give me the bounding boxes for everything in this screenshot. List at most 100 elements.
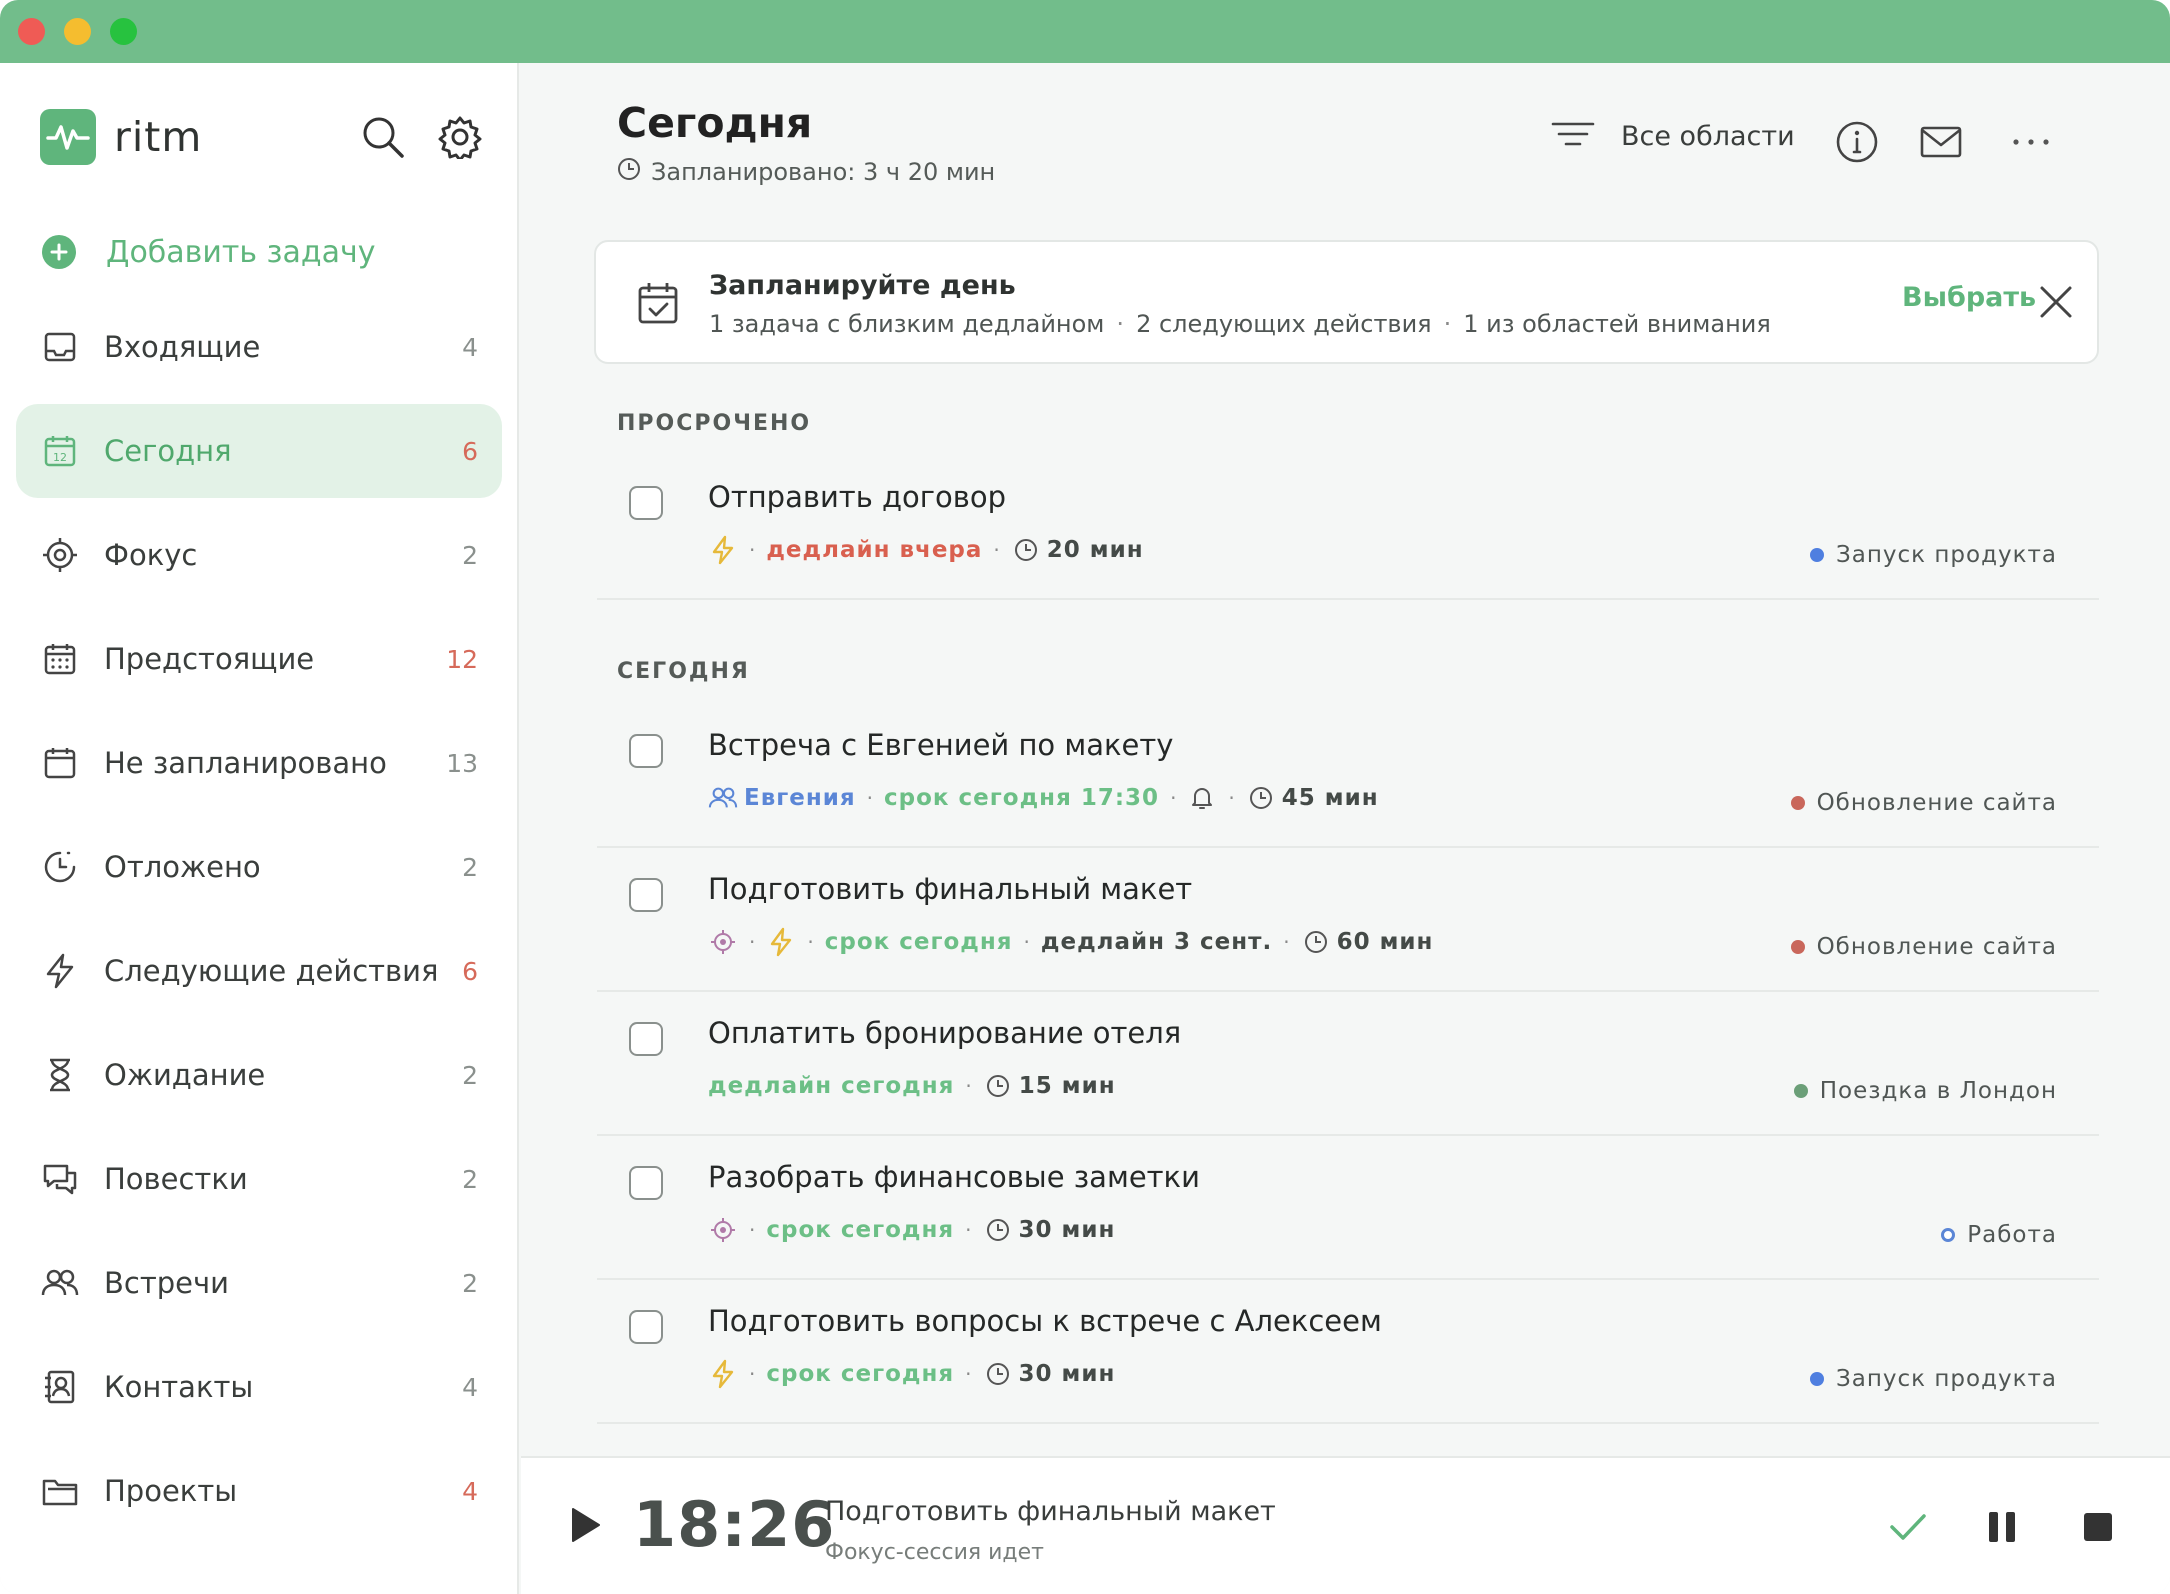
target-icon (40, 535, 80, 575)
more-options-icon[interactable] (2007, 118, 2055, 166)
main-content: Сегодня Запланировано: 3 ч 20 мин Все об… (521, 63, 2170, 1594)
area-filter-button[interactable]: Все области (1551, 120, 1795, 152)
task-title: Разобрать финансовые заметки (708, 1160, 1200, 1194)
task-title: Оплатить бронирование отеля (708, 1016, 1182, 1050)
sidebar-item-waiting[interactable]: Ожидание 2 (16, 1028, 502, 1122)
sidebar-item-projects[interactable]: Проекты 4 (16, 1444, 502, 1538)
check-icon[interactable] (1883, 1502, 1933, 1552)
banner-part: 2 следующих действия (1136, 310, 1432, 338)
focus-status: Фокус-сессия идет (825, 1540, 1044, 1565)
stop-icon[interactable] (2073, 1502, 2123, 1552)
sidebar-item-next-actions[interactable]: Следующие действия 6 (16, 924, 502, 1018)
minimize-window-button[interactable] (64, 18, 91, 45)
maximize-window-button[interactable] (110, 18, 137, 45)
pause-icon[interactable] (1977, 1502, 2027, 1552)
gear-icon[interactable] (435, 112, 485, 162)
task-checkbox[interactable] (629, 734, 663, 768)
sidebar-item-label: Не запланировано (104, 746, 387, 780)
sidebar-item-label: Ожидание (104, 1058, 266, 1092)
task-duration: 45 мин (1281, 785, 1379, 811)
calendar-grid-icon (40, 639, 80, 679)
task-row[interactable]: Подготовить финальный макет · · срок сег… (597, 852, 2099, 992)
app-name: ritm (114, 113, 203, 161)
area-label: Запуск продукта (1836, 542, 2057, 568)
sidebar-item-agendas[interactable]: Повестки 2 (16, 1132, 502, 1226)
sidebar-item-inbox[interactable]: Входящие 4 (16, 300, 502, 394)
add-task-button[interactable]: Добавить задачу (42, 227, 376, 277)
task-meta: · · срок сегодня · дедлайн 3 сент. · 60 … (708, 924, 1433, 960)
sidebar-item-label: Сегодня (104, 434, 232, 468)
sidebar-item-count: 13 (446, 748, 478, 778)
play-icon[interactable] (569, 1505, 603, 1549)
sidebar-item-upcoming[interactable]: Предстоящие 12 (16, 612, 502, 706)
task-row[interactable]: Отправить договор · дедлайн вчера · 20 м… (597, 460, 2099, 600)
task-deadline: дедлайн вчера (766, 537, 983, 563)
area-label: Поездка в Лондон (1819, 1078, 2057, 1104)
task-row[interactable]: Подготовить вопросы к встрече с Алексеем… (597, 1284, 2099, 1424)
task-row[interactable]: Встреча с Евгенией по макету Евгения · с… (597, 708, 2099, 848)
task-duration: 60 мин (1336, 929, 1434, 955)
task-person[interactable]: Евгения (744, 785, 856, 811)
choose-button[interactable]: Выбрать (1902, 282, 2036, 313)
sidebar-item-label: Проекты (104, 1474, 238, 1508)
clock-icon (1301, 927, 1331, 957)
folder-icon (40, 1471, 80, 1511)
info-icon[interactable] (1833, 118, 1881, 166)
area-color-dot (1793, 1084, 1808, 1098)
area-color-dot (1790, 940, 1805, 954)
task-meta: · дедлайн вчера · 20 мин (708, 532, 1144, 568)
bolt-icon (766, 927, 796, 957)
sidebar-item-count: 12 (446, 644, 478, 674)
task-area[interactable]: Поездка в Лондон (1793, 1078, 2057, 1104)
task-meta: · срок сегодня · 30 мин (708, 1356, 1115, 1392)
task-title: Подготовить вопросы к встрече с Алексеем (708, 1304, 1382, 1338)
task-row[interactable]: Оплатить бронирование отеля дедлайн сего… (597, 996, 2099, 1136)
task-area[interactable]: Обновление сайта (1790, 934, 2057, 960)
area-filter-label: Все области (1621, 120, 1795, 152)
sidebar-item-count: 4 (462, 332, 478, 362)
clock-icon (983, 1215, 1013, 1245)
task-row[interactable]: Разобрать финансовые заметки · срок сего… (597, 1140, 2099, 1280)
sidebar-item-label: Контакты (104, 1370, 254, 1404)
close-icon[interactable] (2036, 282, 2076, 322)
sidebar-item-label: Следующие действия (104, 954, 439, 988)
task-meta: Евгения · срок сегодня 17:30 · · 45 мин (708, 780, 1379, 816)
task-area[interactable]: Обновление сайта (1790, 790, 2057, 816)
people-icon (40, 1263, 80, 1303)
inbox-icon (40, 327, 80, 367)
task-area[interactable]: Работа (1941, 1222, 2057, 1248)
sidebar-item-snoozed[interactable]: Отложено 2 (16, 820, 502, 914)
clock-icon (983, 1071, 1013, 1101)
task-meta: · срок сегодня · 30 мин (708, 1212, 1115, 1248)
task-meta: дедлайн сегодня · 15 мин (708, 1071, 1116, 1101)
task-duration: 30 мин (1018, 1361, 1116, 1387)
area-color-dot (1810, 1372, 1825, 1386)
task-checkbox[interactable] (629, 878, 663, 912)
task-checkbox[interactable] (629, 1310, 663, 1344)
sidebar-item-label: Фокус (104, 538, 198, 572)
clock-icon (1246, 783, 1276, 813)
sidebar-item-count: 4 (462, 1476, 478, 1506)
task-area[interactable]: Запуск продукта (1810, 542, 2057, 568)
banner-summary: 1 задача с близким дедлайном · 2 следующих… (709, 310, 1771, 338)
task-checkbox[interactable] (629, 1022, 663, 1056)
mail-icon[interactable] (1917, 118, 1965, 166)
close-window-button[interactable] (18, 18, 45, 45)
sidebar-item-meetings[interactable]: Встречи 2 (16, 1236, 502, 1330)
banner-part: 1 задача с близким дедлайном (709, 310, 1105, 338)
svg-text:12: 12 (53, 451, 67, 464)
sidebar-item-contacts[interactable]: Контакты 4 (16, 1340, 502, 1434)
sidebar-item-today[interactable]: 12 Сегодня 6 (16, 404, 502, 498)
task-checkbox[interactable] (629, 1166, 663, 1200)
sidebar-item-focus[interactable]: Фокус 2 (16, 508, 502, 602)
search-icon[interactable] (358, 112, 408, 162)
bolt-icon (708, 535, 738, 565)
task-checkbox[interactable] (629, 486, 663, 520)
chat-icon (40, 1159, 80, 1199)
target-icon (708, 1215, 738, 1245)
task-area[interactable]: Запуск продукта (1810, 1366, 2057, 1392)
sidebar-item-count: 2 (462, 540, 478, 570)
sidebar-item-unscheduled[interactable]: Не запланировано 13 (16, 716, 502, 810)
pulse-logo-icon (40, 109, 96, 165)
focus-player: 18:26 Подготовить финальный макет Фокус-… (521, 1456, 2170, 1594)
